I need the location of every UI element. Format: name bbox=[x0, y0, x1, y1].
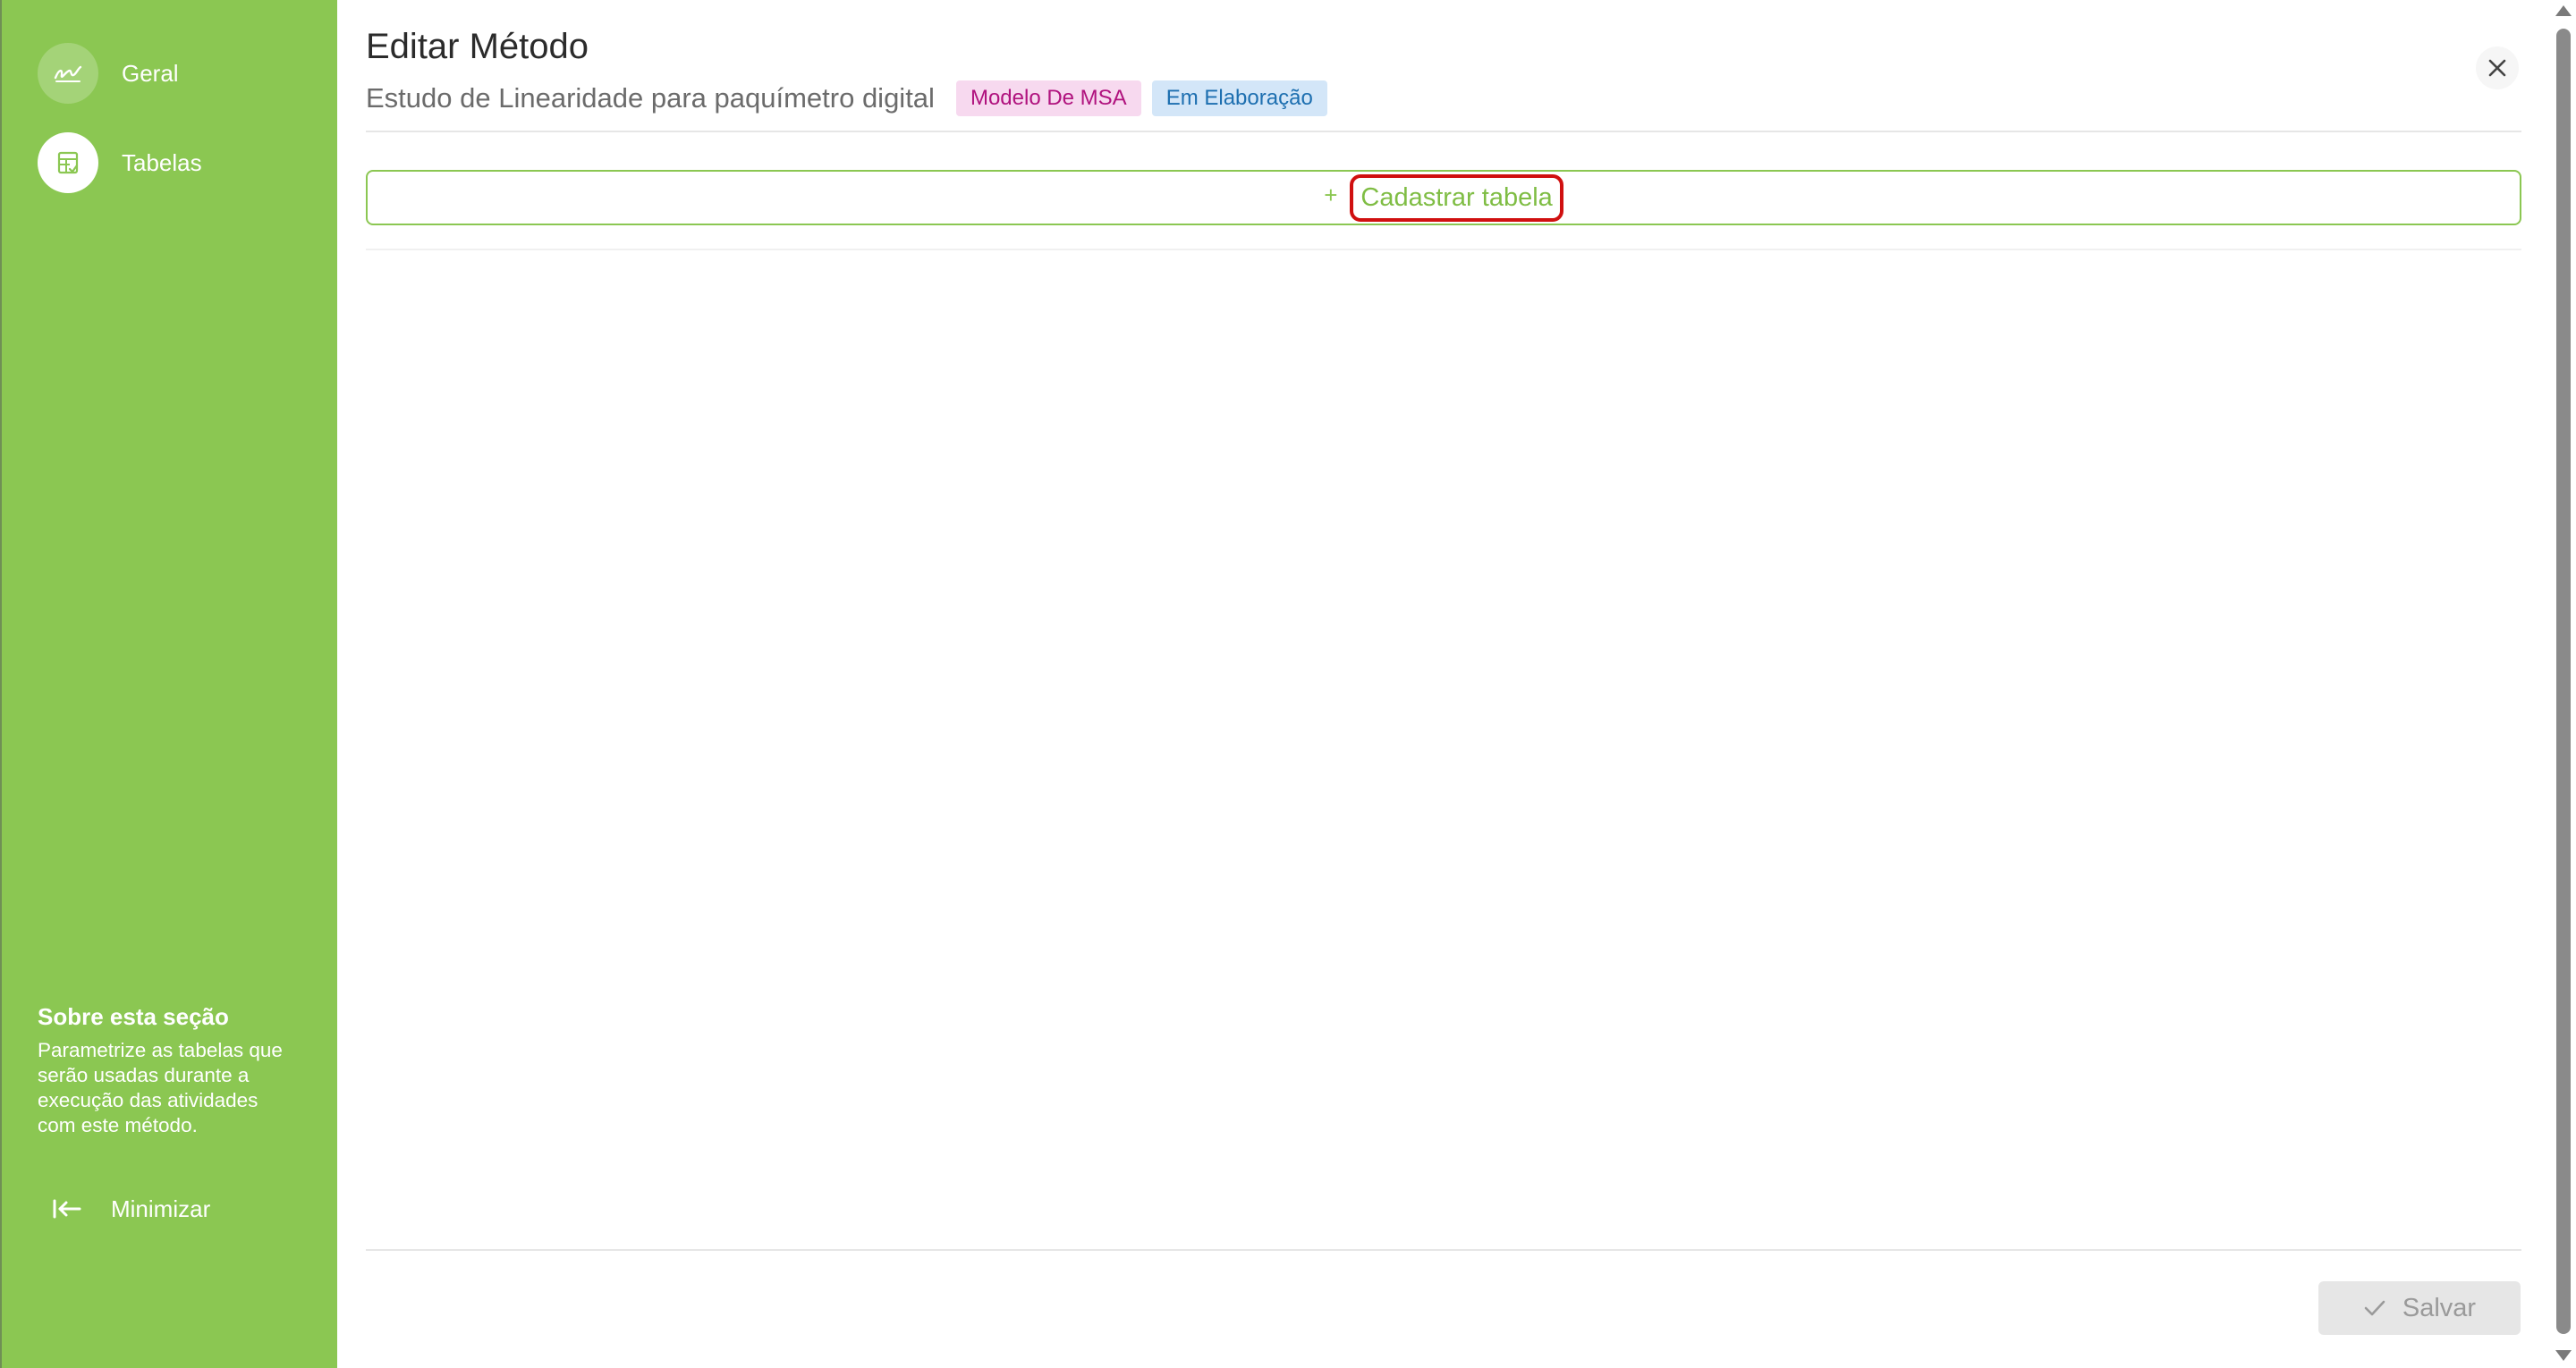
save-label: Salvar bbox=[2402, 1293, 2477, 1322]
header-divider bbox=[366, 131, 2521, 132]
signature-icon bbox=[38, 43, 98, 104]
collapse-left-icon bbox=[53, 1199, 81, 1219]
header-subtitle-row: Estudo de Linearidade para paquímetro di… bbox=[366, 79, 1327, 118]
scrollbar-thumb[interactable] bbox=[2556, 29, 2571, 1334]
section-info: Sobre esta seção Parametrize as tabelas … bbox=[38, 1003, 297, 1138]
content-divider bbox=[366, 249, 2521, 250]
section-info-title: Sobre esta seção bbox=[38, 1003, 229, 1030]
page-title: Editar Método bbox=[366, 27, 589, 66]
status-badge: Em Elaboração bbox=[1151, 80, 1327, 116]
add-table-label: Cadastrar tabela bbox=[1350, 173, 1563, 222]
scroll-up-arrow-icon[interactable] bbox=[2555, 5, 2572, 16]
sidebar-item-label: Tabelas bbox=[122, 148, 202, 176]
scroll-down-arrow-icon[interactable] bbox=[2555, 1350, 2572, 1361]
add-table-button[interactable]: + Cadastrar tabela bbox=[366, 170, 2521, 225]
sidebar: Geral Tabelas Sobre esta seção Parametri… bbox=[0, 0, 337, 1368]
method-name: Estudo de Linearidade para paquímetro di… bbox=[366, 82, 935, 114]
model-badge: Modelo De MSA bbox=[955, 80, 1141, 116]
section-info-text: Parametrize as tabelas que serão usadas … bbox=[38, 1039, 283, 1136]
footer-divider bbox=[366, 1249, 2521, 1251]
plus-icon: + bbox=[1324, 181, 1338, 208]
close-icon bbox=[2488, 59, 2506, 77]
check-icon bbox=[2364, 1300, 2385, 1316]
minimize-label: Minimizar bbox=[111, 1195, 211, 1222]
sidebar-item-tabelas[interactable]: Tabelas bbox=[38, 132, 202, 193]
table-icon bbox=[38, 132, 98, 193]
close-button[interactable] bbox=[2476, 46, 2519, 89]
minimize-button[interactable]: Minimizar bbox=[52, 1189, 210, 1229]
sidebar-item-geral[interactable]: Geral bbox=[38, 43, 179, 104]
save-button[interactable]: Salvar bbox=[2318, 1281, 2521, 1335]
sidebar-item-label: Geral bbox=[122, 59, 179, 87]
